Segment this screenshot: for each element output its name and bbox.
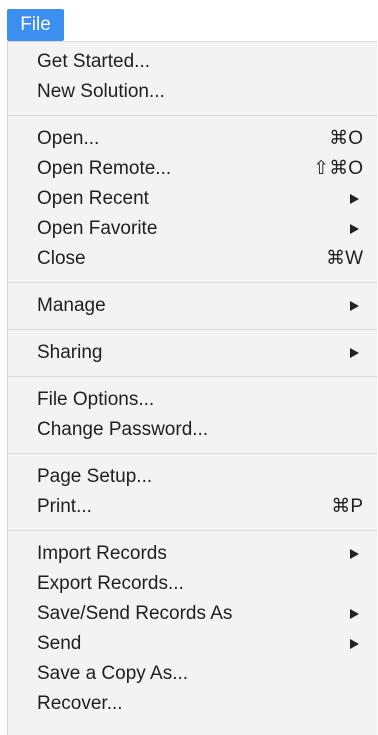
menu-item-page-setup[interactable]: Page Setup... bbox=[8, 462, 377, 492]
menu-item-sharing[interactable]: Sharing bbox=[8, 338, 377, 368]
menu-item-label: Close bbox=[37, 248, 86, 269]
menu-item-save-send-records-as[interactable]: Save/Send Records As bbox=[8, 599, 377, 629]
menu-item-label: Change Password... bbox=[37, 419, 209, 440]
menu-item-recover[interactable]: Recover... bbox=[8, 689, 377, 719]
menu-item-label: Open Recent bbox=[37, 188, 149, 209]
menu-item-file-options[interactable]: File Options... bbox=[8, 385, 377, 415]
menu-item-label: Import Records bbox=[37, 543, 167, 564]
menu-item-open-recent[interactable]: Open Recent bbox=[8, 184, 377, 214]
file-menu-dropdown: Get Started... New Solution... Open... ⌘O Op… bbox=[7, 41, 377, 735]
menu-item-new-solution[interactable]: New Solution... bbox=[8, 77, 377, 107]
submenu-arrow-icon bbox=[350, 194, 359, 204]
menu-item-label: Page Setup... bbox=[37, 466, 153, 487]
menu-separator bbox=[8, 282, 377, 283]
menu-item-label: Send bbox=[37, 633, 82, 654]
submenu-arrow-icon bbox=[350, 301, 359, 311]
menu-separator bbox=[8, 115, 377, 116]
menu-groups: Get Started... New Solution... Open... ⌘O Op… bbox=[8, 42, 377, 719]
menu-item-shortcut: ⌘O bbox=[329, 128, 363, 149]
submenu-arrow-icon bbox=[350, 348, 359, 358]
menu-item-get-started[interactable]: Get Started... bbox=[8, 47, 377, 77]
menu-item-manage[interactable]: Manage bbox=[8, 291, 377, 321]
file-menu-title[interactable]: File bbox=[7, 9, 64, 41]
menu-item-import-records[interactable]: Import Records bbox=[8, 539, 377, 569]
menu-group: File Options... Change Password... bbox=[8, 385, 377, 445]
menu-item-shortcut: ⇧⌘O bbox=[313, 158, 363, 179]
menu-item-print[interactable]: Print... ⌘P bbox=[8, 492, 377, 522]
menu-item-export-records[interactable]: Export Records... bbox=[8, 569, 377, 599]
menu-group: Import Records Export Records... Save/Send… bbox=[8, 539, 377, 719]
menu-separator bbox=[8, 530, 377, 531]
menu-item-label: New Solution... bbox=[37, 81, 165, 102]
menu-group: Page Setup... Print... ⌘P bbox=[8, 462, 377, 522]
menu-item-label: Open... bbox=[37, 128, 100, 149]
menu-item-label: Save/Send Records As bbox=[37, 603, 233, 624]
menu-separator bbox=[8, 329, 377, 330]
menu-group: Manage bbox=[8, 291, 377, 321]
menu-item-label: Save a Copy As... bbox=[37, 663, 189, 684]
menu-item-label: Open Favorite bbox=[37, 218, 158, 239]
menu-group: Get Started... New Solution... bbox=[8, 42, 377, 107]
menu-item-label: Manage bbox=[37, 295, 106, 316]
menu-item-open-remote[interactable]: Open Remote... ⇧⌘O bbox=[8, 154, 377, 184]
menu-item-open[interactable]: Open... ⌘O bbox=[8, 124, 377, 154]
menu-separator bbox=[8, 453, 377, 454]
menu-item-send[interactable]: Send bbox=[8, 629, 377, 659]
menu-separator bbox=[8, 376, 377, 377]
menu-item-label: Open Remote... bbox=[37, 158, 172, 179]
menu-item-label: Print... bbox=[37, 496, 92, 517]
menu-item-change-password[interactable]: Change Password... bbox=[8, 415, 377, 445]
submenu-arrow-icon bbox=[350, 224, 359, 234]
menu-item-shortcut: ⌘P bbox=[331, 496, 363, 517]
menu-item-label: Get Started... bbox=[37, 51, 150, 72]
menu-item-label: Sharing bbox=[37, 342, 103, 363]
menu-group: Open... ⌘O Open Remote... ⇧⌘O Open Recent Ope… bbox=[8, 124, 377, 274]
menu-item-label: Export Records... bbox=[37, 573, 184, 594]
submenu-arrow-icon bbox=[350, 549, 359, 559]
menu-item-label: File Options... bbox=[37, 389, 155, 410]
submenu-arrow-icon bbox=[350, 639, 359, 649]
menu-item-save-a-copy-as[interactable]: Save a Copy As... bbox=[8, 659, 377, 689]
menu-group: Sharing bbox=[8, 338, 377, 368]
menu-item-close[interactable]: Close ⌘W bbox=[8, 244, 377, 274]
menu-item-label: Recover... bbox=[37, 693, 123, 714]
submenu-arrow-icon bbox=[350, 609, 359, 619]
menu-item-shortcut: ⌘W bbox=[326, 248, 363, 269]
menu-item-open-favorite[interactable]: Open Favorite bbox=[8, 214, 377, 244]
